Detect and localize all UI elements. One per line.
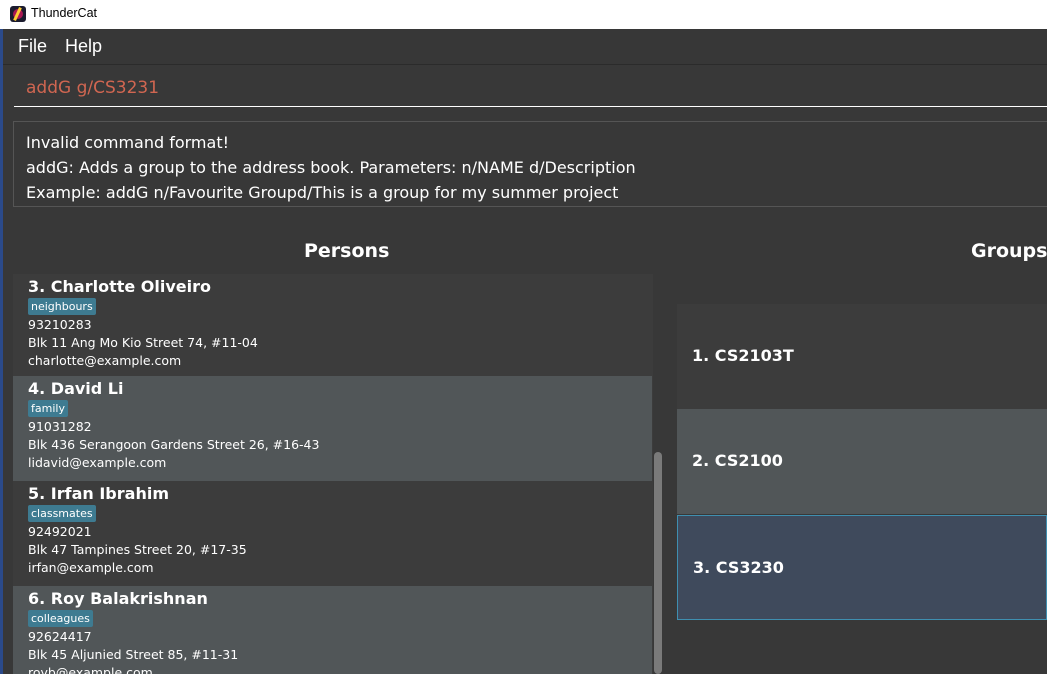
thundercat-logo-icon — [10, 6, 26, 22]
person-tag: family — [28, 400, 68, 417]
person-phone: 92624417 — [28, 629, 92, 644]
person-name: 5. Irfan Ibrahim — [28, 484, 169, 503]
menu-help[interactable]: Help — [65, 36, 102, 57]
person-card[interactable]: 4. David Li family 91031282 Blk 436 Sera… — [13, 376, 652, 481]
group-card-selected[interactable]: 3. CS3230 — [677, 515, 1047, 620]
group-name: 1. CS2103T — [692, 346, 794, 365]
person-address: Blk 436 Serangoon Gardens Street 26, #16… — [28, 437, 320, 452]
person-phone: 92492021 — [28, 524, 92, 539]
group-name: 2. CS2100 — [692, 451, 783, 470]
person-email: irfan@example.com — [28, 560, 154, 575]
groups-panel-title: Groups — [971, 240, 1047, 262]
result-display: Invalid command format! addG: Adds a gro… — [13, 121, 1047, 207]
person-address: Blk 45 Aljunied Street 85, #11-31 — [28, 647, 239, 662]
result-line: Example: addG n/Favourite Groupd/This is… — [26, 183, 619, 202]
person-card[interactable]: 5. Irfan Ibrahim classmates 92492021 Blk… — [13, 481, 652, 586]
person-email: royb@example.com — [28, 665, 153, 674]
person-phone: 93210283 — [28, 317, 92, 332]
group-card[interactable]: 2. CS2100 — [677, 409, 1047, 514]
person-name: 6. Roy Balakrishnan — [28, 589, 208, 608]
person-tag: classmates — [28, 505, 96, 522]
app-window: File Help Invalid command format! addG: … — [3, 29, 1047, 674]
menu-bar: File Help — [3, 29, 1047, 65]
person-list-scrollbar[interactable] — [653, 274, 663, 674]
person-address: Blk 47 Tampines Street 20, #17-35 — [28, 542, 247, 557]
window-titlebar: ThunderCat — [0, 0, 1047, 29]
scrollbar-thumb[interactable] — [654, 452, 662, 674]
person-tag: neighbours — [28, 298, 96, 315]
person-address: Blk 11 Ang Mo Kio Street 74, #11-04 — [28, 335, 258, 350]
command-input[interactable] — [14, 70, 1047, 107]
group-card[interactable]: 1. CS2103T — [677, 304, 1047, 409]
person-email: charlotte@example.com — [28, 353, 182, 368]
window-title: ThunderCat — [31, 6, 98, 20]
person-card[interactable]: 6. Roy Balakrishnan colleagues 92624417 … — [13, 586, 652, 674]
person-name: 4. David Li — [28, 379, 124, 398]
group-name: 3. CS3230 — [693, 558, 784, 577]
person-phone: 91031282 — [28, 419, 92, 434]
group-list[interactable]: 1. CS2103T 2. CS2100 3. CS3230 — [677, 304, 1047, 674]
result-line: addG: Adds a group to the address book. … — [26, 158, 636, 177]
menu-file[interactable]: File — [18, 36, 47, 57]
persons-panel-title: Persons — [304, 240, 390, 262]
person-list[interactable]: 3. Charlotte Oliveiro neighbours 9321028… — [13, 274, 663, 674]
result-line: Invalid command format! — [26, 133, 230, 152]
person-card[interactable]: 3. Charlotte Oliveiro neighbours 9321028… — [13, 274, 652, 379]
person-name: 3. Charlotte Oliveiro — [28, 277, 212, 296]
command-box — [3, 65, 1047, 115]
person-tag: colleagues — [28, 610, 93, 627]
person-email: lidavid@example.com — [28, 455, 167, 470]
list-panels: Persons Groups 3. Charlotte Oliveiro nei… — [3, 214, 1047, 674]
